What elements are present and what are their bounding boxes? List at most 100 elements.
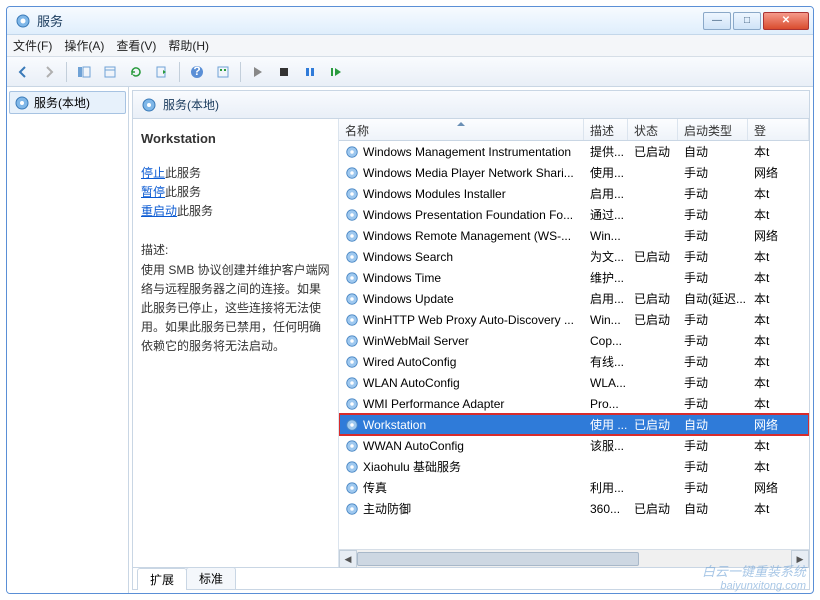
- service-name-cell: Windows Presentation Foundation Fo...: [339, 208, 584, 222]
- service-row[interactable]: WLAN AutoConfigWLA...手动本t: [339, 372, 809, 393]
- menu-file[interactable]: 文件(F): [13, 37, 52, 54]
- help-button[interactable]: ?: [185, 60, 209, 84]
- service-start-cell: 手动: [678, 185, 748, 202]
- export-button[interactable]: [150, 60, 174, 84]
- service-desc-cell: 使用...: [584, 164, 628, 181]
- service-desc-cell: 启用...: [584, 290, 628, 307]
- close-button[interactable]: ✕: [763, 12, 809, 30]
- service-desc-cell: 启用...: [584, 185, 628, 202]
- service-row[interactable]: Windows Update启用...已启动自动(延迟...本t: [339, 288, 809, 309]
- tab-extended[interactable]: 扩展: [137, 568, 187, 590]
- service-row[interactable]: Windows Modules Installer启用... 手动本t: [339, 183, 809, 204]
- properties-button[interactable]: [98, 60, 122, 84]
- service-row[interactable]: 主动防御360...已启动自动本t: [339, 498, 809, 519]
- gear-icon: [141, 97, 157, 113]
- menu-help[interactable]: 帮助(H): [168, 37, 209, 54]
- window-title: 服务: [37, 11, 703, 30]
- stop-service-button[interactable]: [272, 60, 296, 84]
- tree-root-label: 服务(本地): [34, 94, 90, 111]
- service-row[interactable]: WMI Performance AdapterPro...手动本t: [339, 393, 809, 414]
- service-start-cell: 手动: [678, 332, 748, 349]
- service-row[interactable]: WWAN AutoConfig该服...手动本t: [339, 435, 809, 456]
- service-name-cell: 传真: [339, 479, 584, 496]
- pause-service-button[interactable]: [298, 60, 322, 84]
- service-status-cell: 已启动: [628, 248, 678, 265]
- service-desc-cell: 为文...: [584, 248, 628, 265]
- service-desc-cell: 利用...: [584, 479, 628, 496]
- titlebar: 服务 — □ ✕: [7, 7, 813, 35]
- service-logon-cell: 本t: [748, 290, 809, 307]
- service-status-cell: 已启动: [628, 311, 678, 328]
- service-desc-cell: 该服...: [584, 437, 628, 454]
- tab-standard[interactable]: 标准: [186, 567, 236, 589]
- service-status-cell: 已启动: [628, 500, 678, 517]
- service-start-cell: 手动: [678, 311, 748, 328]
- col-startup-type[interactable]: 启动类型: [678, 119, 748, 140]
- service-desc-cell: Cop...: [584, 334, 628, 348]
- col-description[interactable]: 描述: [584, 119, 628, 140]
- service-start-cell: 手动: [678, 164, 748, 181]
- forward-button[interactable]: [37, 60, 61, 84]
- service-row[interactable]: Windows Media Player Network Shari...使用.…: [339, 162, 809, 183]
- service-logon-cell: 本t: [748, 437, 809, 454]
- service-logon-cell: 本t: [748, 332, 809, 349]
- refresh-button[interactable]: [124, 60, 148, 84]
- col-status[interactable]: 状态: [628, 119, 678, 140]
- show-hide-tree-button[interactable]: [72, 60, 96, 84]
- service-desc-cell: Win...: [584, 229, 628, 243]
- restart-service-button[interactable]: [324, 60, 348, 84]
- service-row[interactable]: Windows Presentation Foundation Fo...通过.…: [339, 204, 809, 225]
- back-button[interactable]: [11, 60, 35, 84]
- col-logon[interactable]: 登: [748, 119, 809, 140]
- col-name[interactable]: 名称: [339, 119, 584, 140]
- app-icon: [15, 13, 31, 29]
- column-headers: 名称 描述 状态 启动类型 登: [339, 119, 809, 141]
- service-start-cell: 手动: [678, 374, 748, 391]
- service-logon-cell: 网络: [748, 164, 809, 181]
- service-row[interactable]: 传真利用...手动网络: [339, 477, 809, 498]
- service-logon-cell: 本t: [748, 185, 809, 202]
- menu-action[interactable]: 操作(A): [64, 37, 104, 54]
- pause-link[interactable]: 暂停: [141, 185, 165, 199]
- minimize-button[interactable]: —: [703, 12, 731, 30]
- service-name-cell: Windows Search: [339, 250, 584, 264]
- service-row[interactable]: Windows Remote Management (WS-...Win...手…: [339, 225, 809, 246]
- service-start-cell: 手动: [678, 479, 748, 496]
- toolbar: ?: [7, 57, 813, 87]
- service-start-cell: 手动: [678, 227, 748, 244]
- service-desc-cell: 360...: [584, 502, 628, 516]
- service-desc-cell: Win...: [584, 313, 628, 327]
- service-name-cell: Windows Media Player Network Shari...: [339, 166, 584, 180]
- scroll-thumb[interactable]: [357, 552, 639, 566]
- service-row[interactable]: Xiaohulu 基础服务手动本t: [339, 456, 809, 477]
- service-row[interactable]: WinWebMail ServerCop...手动本t: [339, 330, 809, 351]
- service-row[interactable]: Windows Time维护...手动本t: [339, 267, 809, 288]
- service-row[interactable]: Workstation使用 ...已启动自动网络: [339, 414, 809, 435]
- maximize-button[interactable]: □: [733, 12, 761, 30]
- service-logon-cell: 本t: [748, 143, 809, 160]
- menu-view[interactable]: 查看(V): [116, 37, 156, 54]
- service-name-cell: Windows Management Instrumentation: [339, 145, 584, 159]
- service-logon-cell: 本t: [748, 353, 809, 370]
- service-desc-cell: 维护...: [584, 269, 628, 286]
- service-desc-cell: WLA...: [584, 376, 628, 390]
- service-row[interactable]: WinHTTP Web Proxy Auto-Discovery ...Win.…: [339, 309, 809, 330]
- service-name-cell: WinHTTP Web Proxy Auto-Discovery ...: [339, 313, 584, 327]
- service-logon-cell: 本t: [748, 374, 809, 391]
- service-row[interactable]: Windows Management Instrumentation提供...已…: [339, 141, 809, 162]
- start-service-button[interactable]: [246, 60, 270, 84]
- service-logon-cell: 本t: [748, 269, 809, 286]
- service-row[interactable]: Wired AutoConfig有线...手动本t: [339, 351, 809, 372]
- restart-link[interactable]: 重启动: [141, 204, 177, 218]
- stop-link[interactable]: 停止: [141, 166, 165, 180]
- service-logon-cell: 本t: [748, 248, 809, 265]
- service-logon-cell: 本t: [748, 458, 809, 475]
- service-row[interactable]: Windows Search为文...已启动手动本t: [339, 246, 809, 267]
- tree-root-services[interactable]: 服务(本地): [9, 91, 126, 114]
- scroll-left-icon[interactable]: ◀: [339, 550, 357, 568]
- filter-button[interactable]: [211, 60, 235, 84]
- toolbar-separator: [240, 62, 241, 82]
- service-start-cell: 手动: [678, 269, 748, 286]
- service-status-cell: 已启动: [628, 290, 678, 307]
- service-name-cell: Windows Modules Installer: [339, 187, 584, 201]
